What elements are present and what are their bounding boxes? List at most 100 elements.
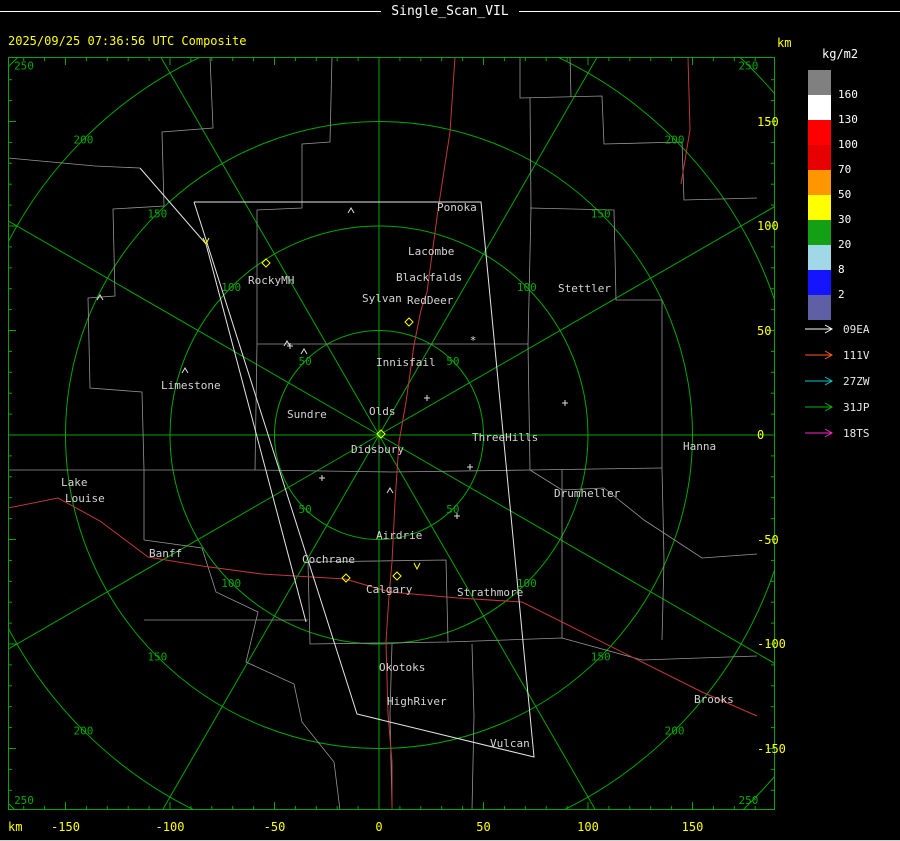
city-label: Ponoka	[437, 201, 477, 214]
city-label: Banff	[149, 547, 182, 560]
colorbar-block	[808, 220, 831, 245]
colorbar-block	[808, 195, 831, 220]
scan-timestamp: 2025/09/25 07:36:56 UTC Composite	[8, 34, 247, 48]
radar-window: Single_Scan_VIL 2025/09/25 07:36:56 UTC …	[0, 0, 900, 841]
y-axis-label: -50	[757, 532, 779, 547]
titlebar-rule-left	[0, 10, 382, 12]
town-marker-caret	[283, 340, 291, 347]
colorbar-block	[808, 270, 831, 295]
window-title: Single_Scan_VIL	[391, 3, 509, 19]
radar-legend-item: 27ZW	[804, 374, 870, 388]
radar-site-marker-diamond	[392, 571, 402, 581]
town-marker-caret	[347, 207, 355, 214]
x-axis-label: 0	[375, 820, 383, 834]
ring-distance-label: 50	[298, 503, 311, 516]
colorbar-tick-label: 70	[838, 163, 852, 176]
highway-line	[8, 497, 391, 593]
city-label: Innisfail	[376, 356, 436, 369]
colorbar-tick-label: 160	[838, 88, 858, 101]
city-label: HighRiver	[387, 695, 447, 708]
radar-arrow-icon	[805, 376, 834, 386]
colorbar-tick-label: 20	[838, 238, 852, 251]
ring-distance-label: 100	[221, 577, 241, 590]
radar-arrow-icon	[805, 350, 834, 360]
radar-legend-item: 111V	[804, 348, 870, 362]
city-label: Lacombe	[408, 245, 454, 258]
radar-id-label: 31JP	[843, 400, 870, 414]
county-boundary	[307, 559, 449, 645]
colorbar-tick-label: 8	[838, 263, 845, 276]
y-axis-label: 150	[757, 114, 779, 129]
colorbar-tick-label: 130	[838, 113, 858, 126]
ring-distance-label: 200	[665, 725, 685, 738]
ring-distance-label: 150	[147, 207, 167, 220]
county-boundary	[87, 57, 214, 540]
ring-distance-label: 150	[591, 207, 611, 220]
radar-site-marker-diamond	[341, 573, 351, 583]
x-axis-label: 100	[577, 820, 599, 834]
city-label: Brooks	[694, 693, 734, 706]
town-marker-asterisk: *	[470, 334, 477, 347]
radar-arrow-icon	[805, 402, 834, 412]
ring-distance-label: 150	[591, 651, 611, 664]
x-axis-unit-label: km	[8, 820, 23, 834]
county-boundary	[8, 157, 141, 169]
x-axis-label: -100	[155, 820, 185, 834]
county-boundary	[8, 467, 663, 473]
city-label: RedDeer	[407, 294, 454, 307]
radar-site-marker-diamond	[261, 258, 271, 268]
radar-map[interactable]: 5050505010010010010015015015015020020020…	[8, 57, 775, 810]
ring-distance-label: 100	[517, 281, 537, 294]
x-axis-label: -50	[263, 820, 286, 834]
colorbar-tick-label: 100	[838, 138, 858, 151]
ring-distance-label: 200	[73, 133, 93, 146]
ring-distance-label: 50	[446, 355, 459, 368]
marker-arrow-icon	[413, 562, 421, 571]
ring-distance-label: 50	[446, 503, 459, 516]
colorbar-block	[808, 70, 831, 95]
ring-distance-label: 200	[73, 725, 93, 738]
county-boundary	[661, 300, 665, 641]
y-axis-label: -150	[757, 741, 786, 756]
radar-id-label: 111V	[843, 348, 870, 362]
radar-arrow-icon	[805, 428, 834, 438]
x-axis-label: 50	[476, 820, 491, 834]
highway-line	[680, 57, 691, 185]
radar-legend-item: 18TS	[804, 426, 870, 440]
radar-coverage-outline	[193, 201, 535, 758]
city-label: Vulcan	[490, 737, 530, 750]
radar-site-marker-diamond	[404, 317, 414, 327]
town-marker-caret	[386, 487, 394, 494]
radial-line	[160, 57, 380, 436]
y-axis-label: -100	[757, 637, 786, 651]
city-label: Strathmore	[457, 586, 523, 599]
y-axis-label: 100	[757, 219, 779, 233]
county-boundary	[471, 643, 475, 810]
colorbar-block	[808, 170, 831, 195]
city-label: Hanna	[683, 440, 716, 453]
city-label: Calgary	[366, 583, 413, 596]
city-label: Blackfalds	[396, 271, 462, 284]
city-label: Okotoks	[379, 661, 425, 674]
colorbar-tick-label: 30	[838, 213, 852, 226]
city-label: RockyMH	[248, 274, 294, 287]
y-axis-label: 50	[757, 323, 772, 338]
city-label: Limestone	[161, 379, 221, 392]
radial-line	[161, 434, 380, 810]
ring-distance-label: 250	[14, 794, 34, 807]
titlebar-rule-right	[518, 10, 900, 12]
ring-distance-label: 250	[739, 794, 759, 807]
ring-distance-label: 150	[147, 651, 167, 664]
y-axis-label: 0	[757, 428, 765, 442]
radar-id-label: 27ZW	[843, 374, 870, 388]
town-marker-caret	[300, 348, 308, 355]
y-axis-unit-label: km	[777, 36, 792, 50]
city-label: Sundre	[287, 408, 327, 421]
city-label: Stettler	[558, 282, 611, 295]
ring-distance-label: 50	[298, 355, 311, 368]
colorbar-unit-label: kg/m2	[822, 47, 859, 61]
ring-distance-label: 200	[665, 133, 685, 146]
county-boundary	[569, 57, 572, 98]
radar-legend-item: 31JP	[804, 400, 870, 414]
city-label: Drumheller	[554, 487, 621, 500]
